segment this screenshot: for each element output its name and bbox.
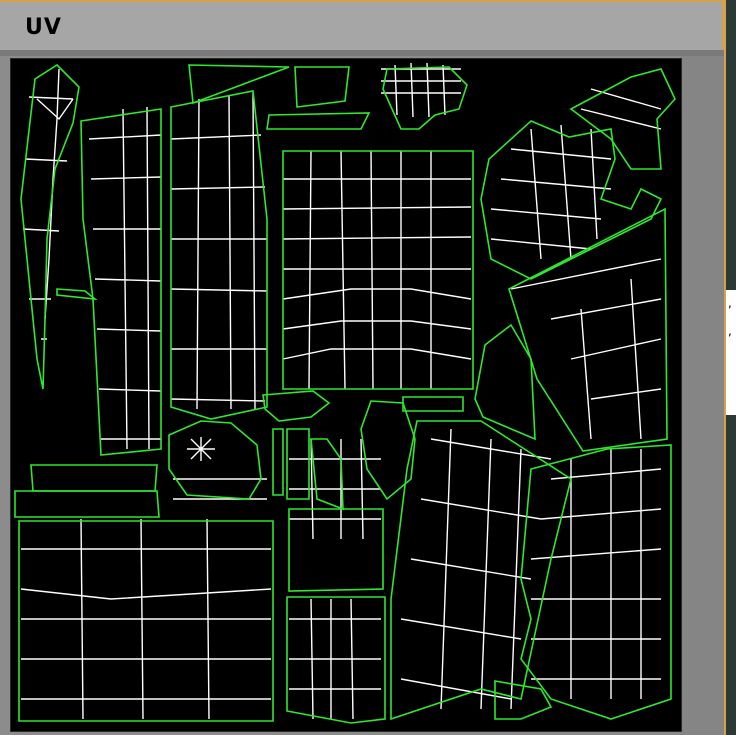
uv-islands[interactable] <box>14 63 676 724</box>
mesh-lines <box>490 88 662 260</box>
uv-island <box>56 288 98 301</box>
uv-island <box>266 112 371 130</box>
uv-island <box>30 464 158 492</box>
panel-title: UV <box>25 15 62 40</box>
uv-island <box>310 438 344 511</box>
uv-island <box>402 396 464 412</box>
mesh-lines <box>530 449 662 699</box>
uv-island <box>288 508 384 592</box>
title-divider <box>0 50 724 56</box>
uv-island <box>272 428 284 496</box>
uv-island <box>262 390 331 422</box>
uv-island <box>18 520 274 722</box>
uv-title-bar[interactable]: UV <box>0 0 724 50</box>
mesh-lines <box>20 518 272 720</box>
mesh-lines <box>289 438 381 540</box>
fragment-mark: , <box>728 296 732 310</box>
uv-island <box>168 420 262 500</box>
uv-editor-panel: UV <box>0 0 726 735</box>
uv-island <box>14 490 160 518</box>
uv-island <box>188 64 290 105</box>
mesh-lines <box>173 437 267 500</box>
mesh-lines <box>88 106 162 450</box>
uv-island <box>520 444 672 720</box>
mesh-lines <box>289 598 381 720</box>
uv-island <box>294 66 350 108</box>
mesh-lines <box>381 62 461 118</box>
mesh-wireframe <box>20 62 662 720</box>
uv-canvas[interactable] <box>10 58 682 732</box>
side-gutter <box>680 56 724 735</box>
fragment-mark: , <box>728 324 732 338</box>
uv-island <box>360 400 416 501</box>
uv-island <box>508 207 668 452</box>
uv-island <box>286 596 386 724</box>
mesh-lines <box>170 92 268 410</box>
uv-layout-svg[interactable] <box>11 59 681 731</box>
mesh-lines <box>282 150 472 390</box>
